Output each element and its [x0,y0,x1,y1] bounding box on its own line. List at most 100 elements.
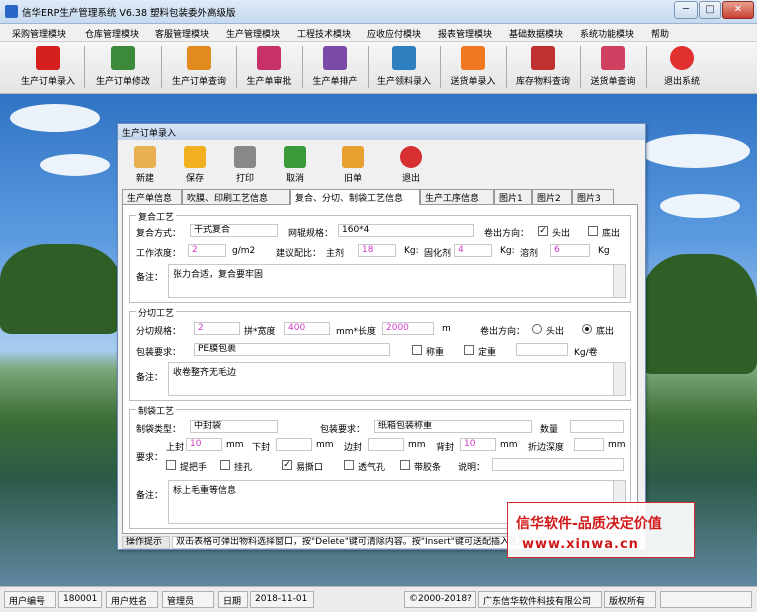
slit-pack-field[interactable]: PE膜包裹 [194,343,390,356]
menu-service[interactable]: 客服管理模块 [155,27,209,40]
menu-help[interactable]: 帮助 [651,27,669,40]
composite-memo-label: 备注： [136,273,164,283]
save-button[interactable]: 保存 [172,144,218,188]
minimize-button[interactable]: ─ [674,1,698,19]
tear-notch-label: 易撕口 [296,463,324,473]
concentration-label: 工作浓度： [136,249,182,259]
save-icon [184,146,206,168]
bag-qty-field[interactable] [570,420,624,433]
roll-head-label: 头出 [552,229,571,239]
pencil-icon [187,46,211,70]
app-icon [5,5,18,18]
menu-purchase[interactable]: 采购管理模块 [12,27,66,40]
side-seal-field[interactable] [368,438,404,451]
old-order-button[interactable]: 旧单 [330,144,376,188]
power-icon [670,46,694,70]
solvent-field[interactable]: 6 [550,244,590,257]
menu-system[interactable]: 系统功能模块 [580,27,634,40]
fixed-weight-label: 定重 [478,348,497,358]
toolbar-order-query-button[interactable]: 生产订单查询 [166,44,232,90]
toolbar-order-edit-button[interactable]: 生产订单修改 [90,44,156,90]
toolbar-exit-button[interactable]: 退出系统 [656,44,708,90]
pdf-red-icon [36,46,60,70]
desc-field[interactable] [492,458,624,471]
undo-icon [284,146,306,168]
menu-engineering[interactable]: 工程技术模块 [297,27,351,40]
toolbar-approval-button[interactable]: 生产单审批 [240,44,298,90]
vent-hole-checkbox[interactable] [344,460,354,470]
tab-picture-3[interactable]: 图片3 [572,189,614,204]
bag-type-field[interactable]: 中封袋 [190,420,278,433]
top-seal-field[interactable]: 10 [186,438,222,451]
tab-blowing-printing[interactable]: 吹膜、印刷工艺信息 [182,189,290,204]
tab-composite-slitting-bagging[interactable]: 复合、分切、制袋工艺信息 [290,189,420,205]
maximize-button[interactable]: □ [699,1,721,19]
tape-checkbox[interactable] [400,460,410,470]
cancel-button[interactable]: 取消 [272,144,318,188]
kg-per-roll-unit: Kg/卷 [574,348,598,358]
main-agent-field[interactable]: 18 [358,244,396,257]
bag-pack-field[interactable]: 纸箱包装称重 [374,420,532,433]
slit-head-radio[interactable] [532,324,542,334]
hint-label: 操作提示 [122,536,170,549]
tab-order-info[interactable]: 生产单信息 [122,189,182,204]
tab-process-info[interactable]: 生产工序信息 [420,189,494,204]
menu-warehouse[interactable]: 仓库管理模块 [85,27,139,40]
back-seal-label: 背封 [436,443,455,453]
concentration-field[interactable]: 2 [188,244,226,257]
toolbar-order-entry-button[interactable]: 生产订单录入 [16,44,80,90]
print-button[interactable]: 打印 [222,144,268,188]
roll-tail-checkbox[interactable] [588,226,598,236]
hang-hole-checkbox[interactable] [220,460,230,470]
close-button[interactable]: ✕ [722,1,754,19]
menu-receivable-payable[interactable]: 应收应付模块 [367,27,421,40]
dialog-toolbar: 新建 保存 打印 取消 旧单 退出 [122,144,422,188]
slit-tail-radio[interactable] [582,324,592,334]
composite-method-field[interactable]: 干式复合 [190,224,278,237]
status-spacer [318,591,400,608]
roll-head-checkbox[interactable]: ✓ [538,226,548,236]
fold-depth-label: 折边深度 [528,443,565,453]
roll-spec-field[interactable]: 160*4 [338,224,474,237]
folder-icon [342,146,364,168]
toolbar-scheduling-button[interactable]: 生产单排产 [306,44,364,90]
company-name: 广东信华软件科技有限公司 [478,591,602,608]
composite-memo-field[interactable]: 张力合适，复合要牢固 [168,264,626,298]
toolbar-inventory-query-button[interactable]: 库存物料查询 [510,44,576,90]
status-empty-panel [660,591,752,608]
flower-icon [461,46,485,70]
toolbar-delivery-query-button[interactable]: 送货单查询 [584,44,642,90]
kg-per-roll-field[interactable] [516,343,568,356]
handle-checkbox[interactable] [166,460,176,470]
new-button[interactable]: 新建 [122,144,168,188]
toolbar-separator [580,46,581,88]
bag-memo-text: 标上毛重等信息 [173,486,237,496]
menu-basic-data[interactable]: 基础数据模块 [509,27,563,40]
tear-notch-checkbox[interactable]: ✓ [282,460,292,470]
memo-scrollbar[interactable] [613,363,625,395]
exit-icon [400,146,422,168]
slit-width-field[interactable]: 400 [284,322,330,335]
menu-production[interactable]: 生产管理模块 [226,27,280,40]
tab-picture-2[interactable]: 图片2 [532,189,572,204]
tab-picture-1[interactable]: 图片1 [494,189,532,204]
toolbar-delivery-entry-button[interactable]: 送货单录入 [444,44,502,90]
new-button-label: 新建 [135,174,154,184]
exit-button[interactable]: 退出 [388,144,434,188]
bottom-seal-field[interactable] [276,438,312,451]
curing-unit: Kg: [500,246,515,256]
exit-button-label: 退出 [401,174,420,184]
slit-length-field[interactable]: 2000 [382,322,434,335]
curing-field[interactable]: 4 [454,244,492,257]
slit-memo-field[interactable]: 收卷整齐无毛边 [168,362,626,396]
weigh-checkbox[interactable] [412,345,422,355]
quill-icon [531,46,555,70]
back-seal-field[interactable]: 10 [460,438,496,451]
slit-spec-field[interactable]: 2 [194,322,240,335]
fold-depth-field[interactable] [574,438,604,451]
toolbar-material-issue-button[interactable]: 生产领料录入 [372,44,436,90]
roll-tail-label: 底出 [602,229,621,239]
menu-reports[interactable]: 报表管理模块 [438,27,492,40]
memo-scrollbar[interactable] [613,265,625,297]
fixed-weight-checkbox[interactable] [464,345,474,355]
